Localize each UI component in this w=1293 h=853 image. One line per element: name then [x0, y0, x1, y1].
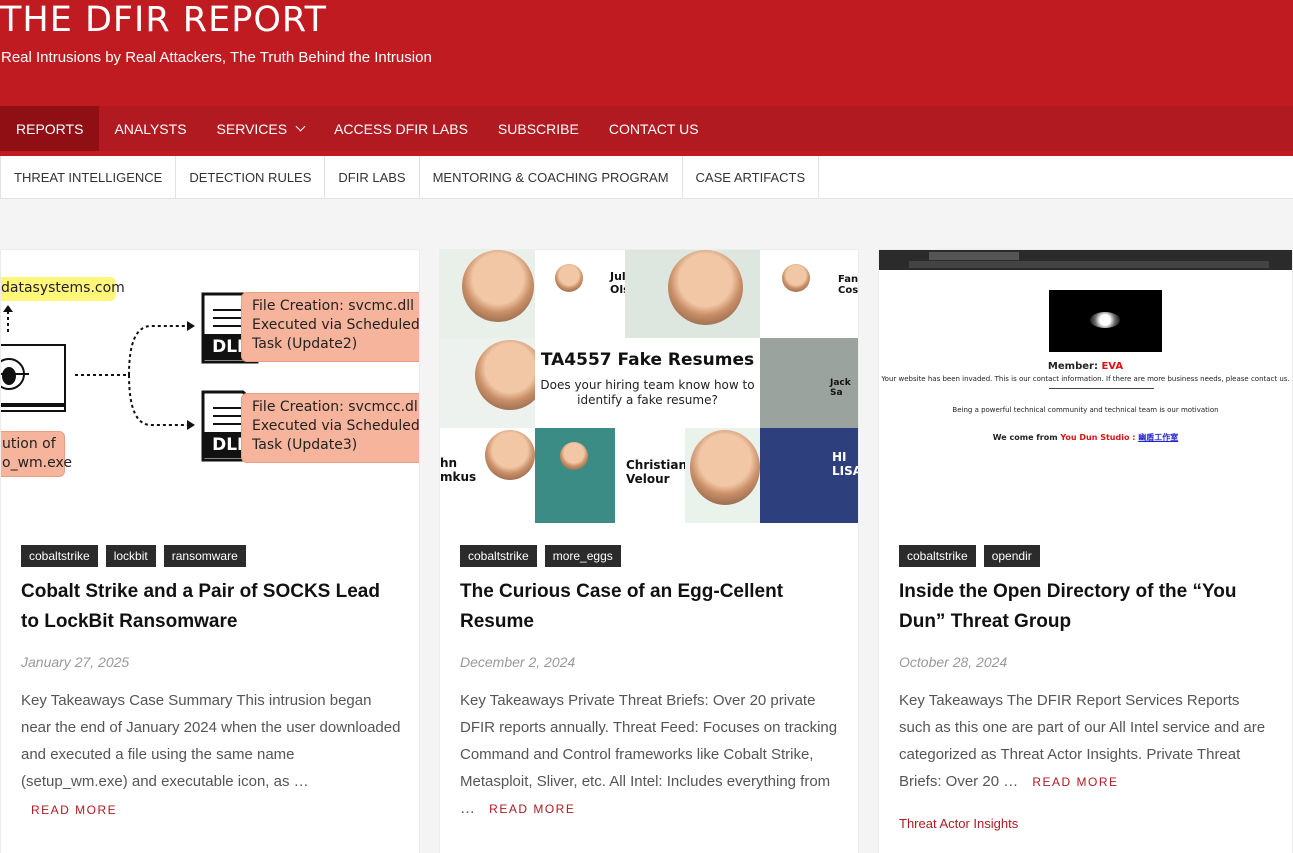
tag-link[interactable]: lockbit — [105, 545, 156, 567]
post-tags: cobaltstrike more_eggs — [460, 545, 840, 567]
tag-link[interactable]: cobaltstrike — [460, 545, 537, 567]
site-header: THE DFIR REPORT Real Intrusions by Real … — [0, 0, 1293, 106]
sec-nav-dfir-labs[interactable]: DFIR LABS — [325, 156, 420, 199]
tag-link[interactable]: more_eggs — [544, 545, 621, 567]
post-body: cobaltstrike lockbit ransomware Cobalt S… — [21, 545, 401, 819]
nav-item-reports[interactable]: REPORTS — [0, 106, 100, 151]
flow-arrows — [1, 305, 195, 430]
secondary-nav: THREAT INTELLIGENCE DETECTION RULES DFIR… — [0, 156, 1293, 199]
post-excerpt: Key Takeaways Case Summary This intrusio… — [21, 692, 401, 790]
post-card: Member: EVA Your website has been invade… — [878, 249, 1293, 853]
post-excerpt: Key Takeaways The DFIR Report Services R… — [899, 692, 1266, 790]
post-tags: cobaltstrike lockbit ransomware — [21, 545, 401, 567]
nav-item-subscribe[interactable]: SUBSCRIBE — [483, 106, 594, 151]
sec-nav-case-artifacts[interactable]: CASE ARTIFACTS — [683, 156, 820, 199]
sec-nav-threat-intelligence[interactable]: THREAT INTELLIGENCE — [0, 156, 177, 199]
nav-item-access-dfir-labs[interactable]: ACCESS DFIR LABS — [319, 106, 483, 151]
avatar — [555, 264, 583, 292]
read-more-link[interactable]: READ MORE — [1032, 775, 1118, 789]
read-more-link[interactable]: READ MORE — [31, 803, 117, 817]
nav-item-contact-us[interactable]: CONTACT US — [594, 106, 714, 151]
nav-item-analysts[interactable]: ANALYSTS — [99, 106, 201, 151]
post-thumbnail[interactable]: JulienOlsson FankCoss TA4557 Fake Resume… — [440, 250, 858, 523]
file-creation-box: File Creation: svcmcc.dll Executed via Sc… — [241, 393, 419, 463]
member-line: Member: EVA — [1047, 361, 1124, 372]
divider — [1049, 388, 1154, 389]
person-photo — [462, 250, 534, 322]
chevron-down-icon — [295, 121, 306, 132]
post-body: cobaltstrike opendir Inside the Open Dir… — [899, 545, 1274, 831]
motivation-line: Being a powerful technical community and… — [952, 406, 1219, 414]
avatar — [782, 264, 810, 292]
post-date[interactable]: December 2, 2024 — [460, 654, 840, 670]
post-title[interactable]: The Curious Case of an Egg-Cellent Resum… — [460, 577, 840, 637]
person-photo — [690, 430, 760, 505]
site-description: Real Intrusions by Real Attackers, The T… — [1, 49, 432, 66]
category-link[interactable]: Threat Actor Insights — [899, 816, 1274, 831]
person-photo — [485, 430, 535, 480]
read-more-link[interactable]: READ MORE — [489, 802, 575, 816]
studio-line: We come from You Dun Studio : 幽盾工作室 — [992, 433, 1179, 442]
person-photo — [668, 250, 743, 325]
tag-link[interactable]: cobaltstrike — [899, 545, 976, 567]
post-card: datasystems.com DLL DLL File Creation: s… — [0, 249, 420, 853]
site-title[interactable]: THE DFIR REPORT — [0, 0, 327, 40]
post-title[interactable]: Cobalt Strike and a Pair of SOCKS Lead t… — [21, 577, 401, 637]
post-card: JulienOlsson FankCoss TA4557 Fake Resume… — [439, 249, 859, 853]
invaded-line: Your website has been invaded. This is o… — [881, 375, 1290, 383]
tag-link[interactable]: opendir — [983, 545, 1040, 567]
post-body: cobaltstrike more_eggs The Curious Case … — [460, 545, 840, 823]
post-date[interactable]: January 27, 2025 — [21, 654, 401, 670]
avatar — [560, 442, 588, 470]
sec-nav-detection-rules[interactable]: DETECTION RULES — [176, 156, 326, 199]
browser-toolbar — [879, 250, 1292, 270]
post-thumbnail[interactable]: datasystems.com DLL DLL File Creation: s… — [1, 250, 419, 523]
post-thumbnail[interactable]: Member: EVA Your website has been invade… — [879, 250, 1292, 523]
post-excerpt: Key Takeaways Private Threat Briefs: Ove… — [460, 692, 838, 817]
sec-nav-mentoring[interactable]: MENTORING & COACHING PROGRAM — [420, 156, 683, 199]
studio-logo — [1049, 290, 1162, 352]
resume-banner: TA4557 Fake Resumes Does your hiring tea… — [535, 338, 760, 428]
file-creation-box: File Creation: svcmc.dll Executed via Sch… — [241, 292, 419, 362]
tag-link[interactable]: cobaltstrike — [21, 545, 98, 567]
post-tags: cobaltstrike opendir — [899, 545, 1274, 567]
main-nav: REPORTS ANALYSTS SERVICES ACCESS DFIR LA… — [0, 106, 1293, 151]
post-date[interactable]: October 28, 2024 — [899, 654, 1274, 670]
execution-label: ution of o_wm.exe — [1, 431, 72, 477]
nav-item-services[interactable]: SERVICES — [202, 106, 320, 151]
tag-link[interactable]: ransomware — [163, 545, 246, 567]
post-title[interactable]: Inside the Open Directory of the “You Du… — [899, 577, 1274, 637]
resume-mosaic: JulienOlsson FankCoss TA4557 Fake Resume… — [440, 250, 858, 523]
